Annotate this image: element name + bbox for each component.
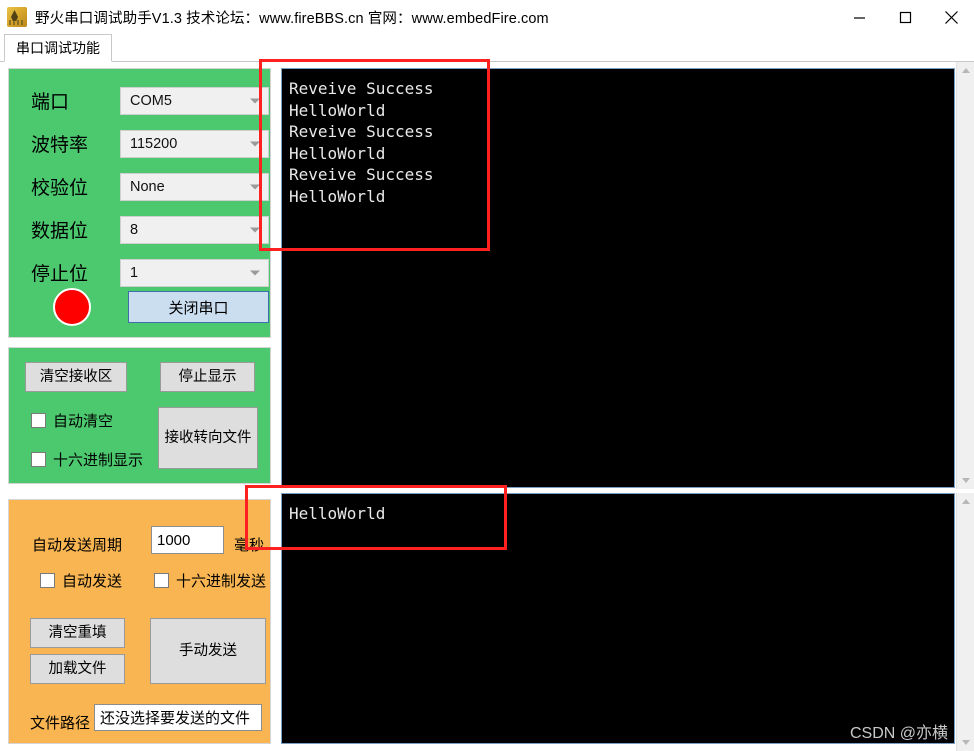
chevron-down-icon (250, 98, 260, 104)
auto-send-checkbox[interactable]: 自动发送 (40, 570, 122, 591)
tab-strip: 串口调试功能 (0, 34, 974, 62)
stop-display-button[interactable]: 停止显示 (160, 362, 255, 392)
receive-area-scrollbar[interactable] (956, 62, 974, 489)
receive-text-area[interactable]: Reveive Success HelloWorld Reveive Succe… (281, 68, 955, 488)
port-select-value: COM5 (130, 93, 172, 109)
receive-control-panel: 清空接收区 停止显示 自动清空 十六进制显示 接收转向文件 (8, 347, 271, 484)
scroll-down-icon[interactable] (957, 472, 974, 489)
checkbox-box[interactable] (31, 413, 46, 428)
minimize-icon[interactable] (836, 0, 882, 34)
hex-display-checkbox[interactable]: 十六进制显示 (31, 449, 143, 470)
close-icon[interactable] (928, 0, 974, 34)
clear-receive-button[interactable]: 清空接收区 (25, 362, 127, 392)
baud-row-label: 波特率 (31, 135, 89, 156)
send-text-content: HelloWorld (289, 504, 386, 523)
stopbits-select[interactable]: 1 (120, 259, 269, 287)
hex-display-label: 十六进制显示 (53, 452, 144, 469)
chevron-down-icon (250, 141, 260, 147)
file-path-input[interactable]: 还没选择要发送的文件 (94, 704, 262, 731)
databits-select[interactable]: 8 (120, 216, 269, 244)
window-controls (836, 0, 974, 34)
auto-clear-checkbox[interactable]: 自动清空 (31, 410, 113, 431)
send-text-area[interactable]: HelloWorld (281, 493, 955, 744)
connection-status-led (53, 288, 91, 326)
fire-flame-icon (7, 7, 27, 27)
databits-select-value: 8 (130, 222, 139, 238)
auto-send-label: 自动发送 (62, 573, 123, 590)
port-select[interactable]: COM5 (120, 87, 269, 115)
window-title: 野火串口调试助手V1.3 技术论坛：www.fireBBS.cn 官网：www.… (35, 10, 549, 27)
stopbits-select-value: 1 (130, 265, 139, 281)
close-port-button[interactable]: 关闭串口 (128, 291, 269, 323)
stopbits-row-label: 停止位 (31, 264, 89, 285)
load-file-button[interactable]: 加载文件 (30, 654, 125, 684)
tab-serial-debug[interactable]: 串口调试功能 (4, 34, 112, 62)
receive-text-content: Reveive Success HelloWorld Reveive Succe… (289, 79, 434, 206)
send-area-scrollbar[interactable] (956, 493, 974, 751)
auto-send-period-input[interactable]: 1000 (151, 526, 224, 554)
checkbox-box[interactable] (40, 573, 55, 588)
app-window: 野火串口调试助手V1.3 技术论坛：www.fireBBS.cn 官网：www.… (0, 0, 974, 751)
file-path-label: 文件路径 (30, 715, 91, 732)
manual-send-button[interactable]: 手动发送 (150, 618, 266, 684)
auto-send-period-label: 自动发送周期 (32, 537, 123, 554)
baudrate-select[interactable]: 115200 (120, 130, 269, 158)
watermark: CSDN @亦横 (849, 725, 948, 742)
chevron-down-icon (250, 270, 260, 276)
databits-row-label: 数据位 (31, 221, 89, 242)
clear-refill-button[interactable]: 清空重填 (30, 618, 125, 648)
send-control-panel: 自动发送周期 1000 毫秒 自动发送 十六进制发送 清空重填 加载文件 手动发… (8, 499, 271, 744)
redirect-to-file-button[interactable]: 接收转向文件 (158, 407, 258, 469)
checkbox-box[interactable] (31, 452, 46, 467)
scroll-up-icon[interactable] (957, 493, 974, 510)
main-body: 端口 COM5 波特率 115200 校验位 None 数据位 8 停止位 1 … (0, 62, 974, 751)
maximize-icon[interactable] (882, 0, 928, 34)
parity-row-label: 校验位 (31, 178, 89, 199)
milliseconds-label: 毫秒 (234, 537, 265, 554)
parity-select-value: None (130, 179, 165, 195)
scroll-down-icon[interactable] (957, 734, 974, 751)
parity-select[interactable]: None (120, 173, 269, 201)
hex-send-label: 十六进制发送 (176, 573, 267, 590)
title-bar: 野火串口调试助手V1.3 技术论坛：www.fireBBS.cn 官网：www.… (0, 0, 974, 34)
baudrate-select-value: 115200 (130, 136, 178, 152)
auto-clear-label: 自动清空 (53, 413, 114, 430)
hex-send-checkbox[interactable]: 十六进制发送 (154, 570, 266, 591)
port-row-label: 端口 (31, 92, 70, 113)
scroll-up-icon[interactable] (957, 62, 974, 79)
checkbox-box[interactable] (154, 573, 169, 588)
chevron-down-icon (250, 227, 260, 233)
port-config-panel: 端口 COM5 波特率 115200 校验位 None 数据位 8 停止位 1 … (8, 68, 271, 338)
chevron-down-icon (250, 184, 260, 190)
